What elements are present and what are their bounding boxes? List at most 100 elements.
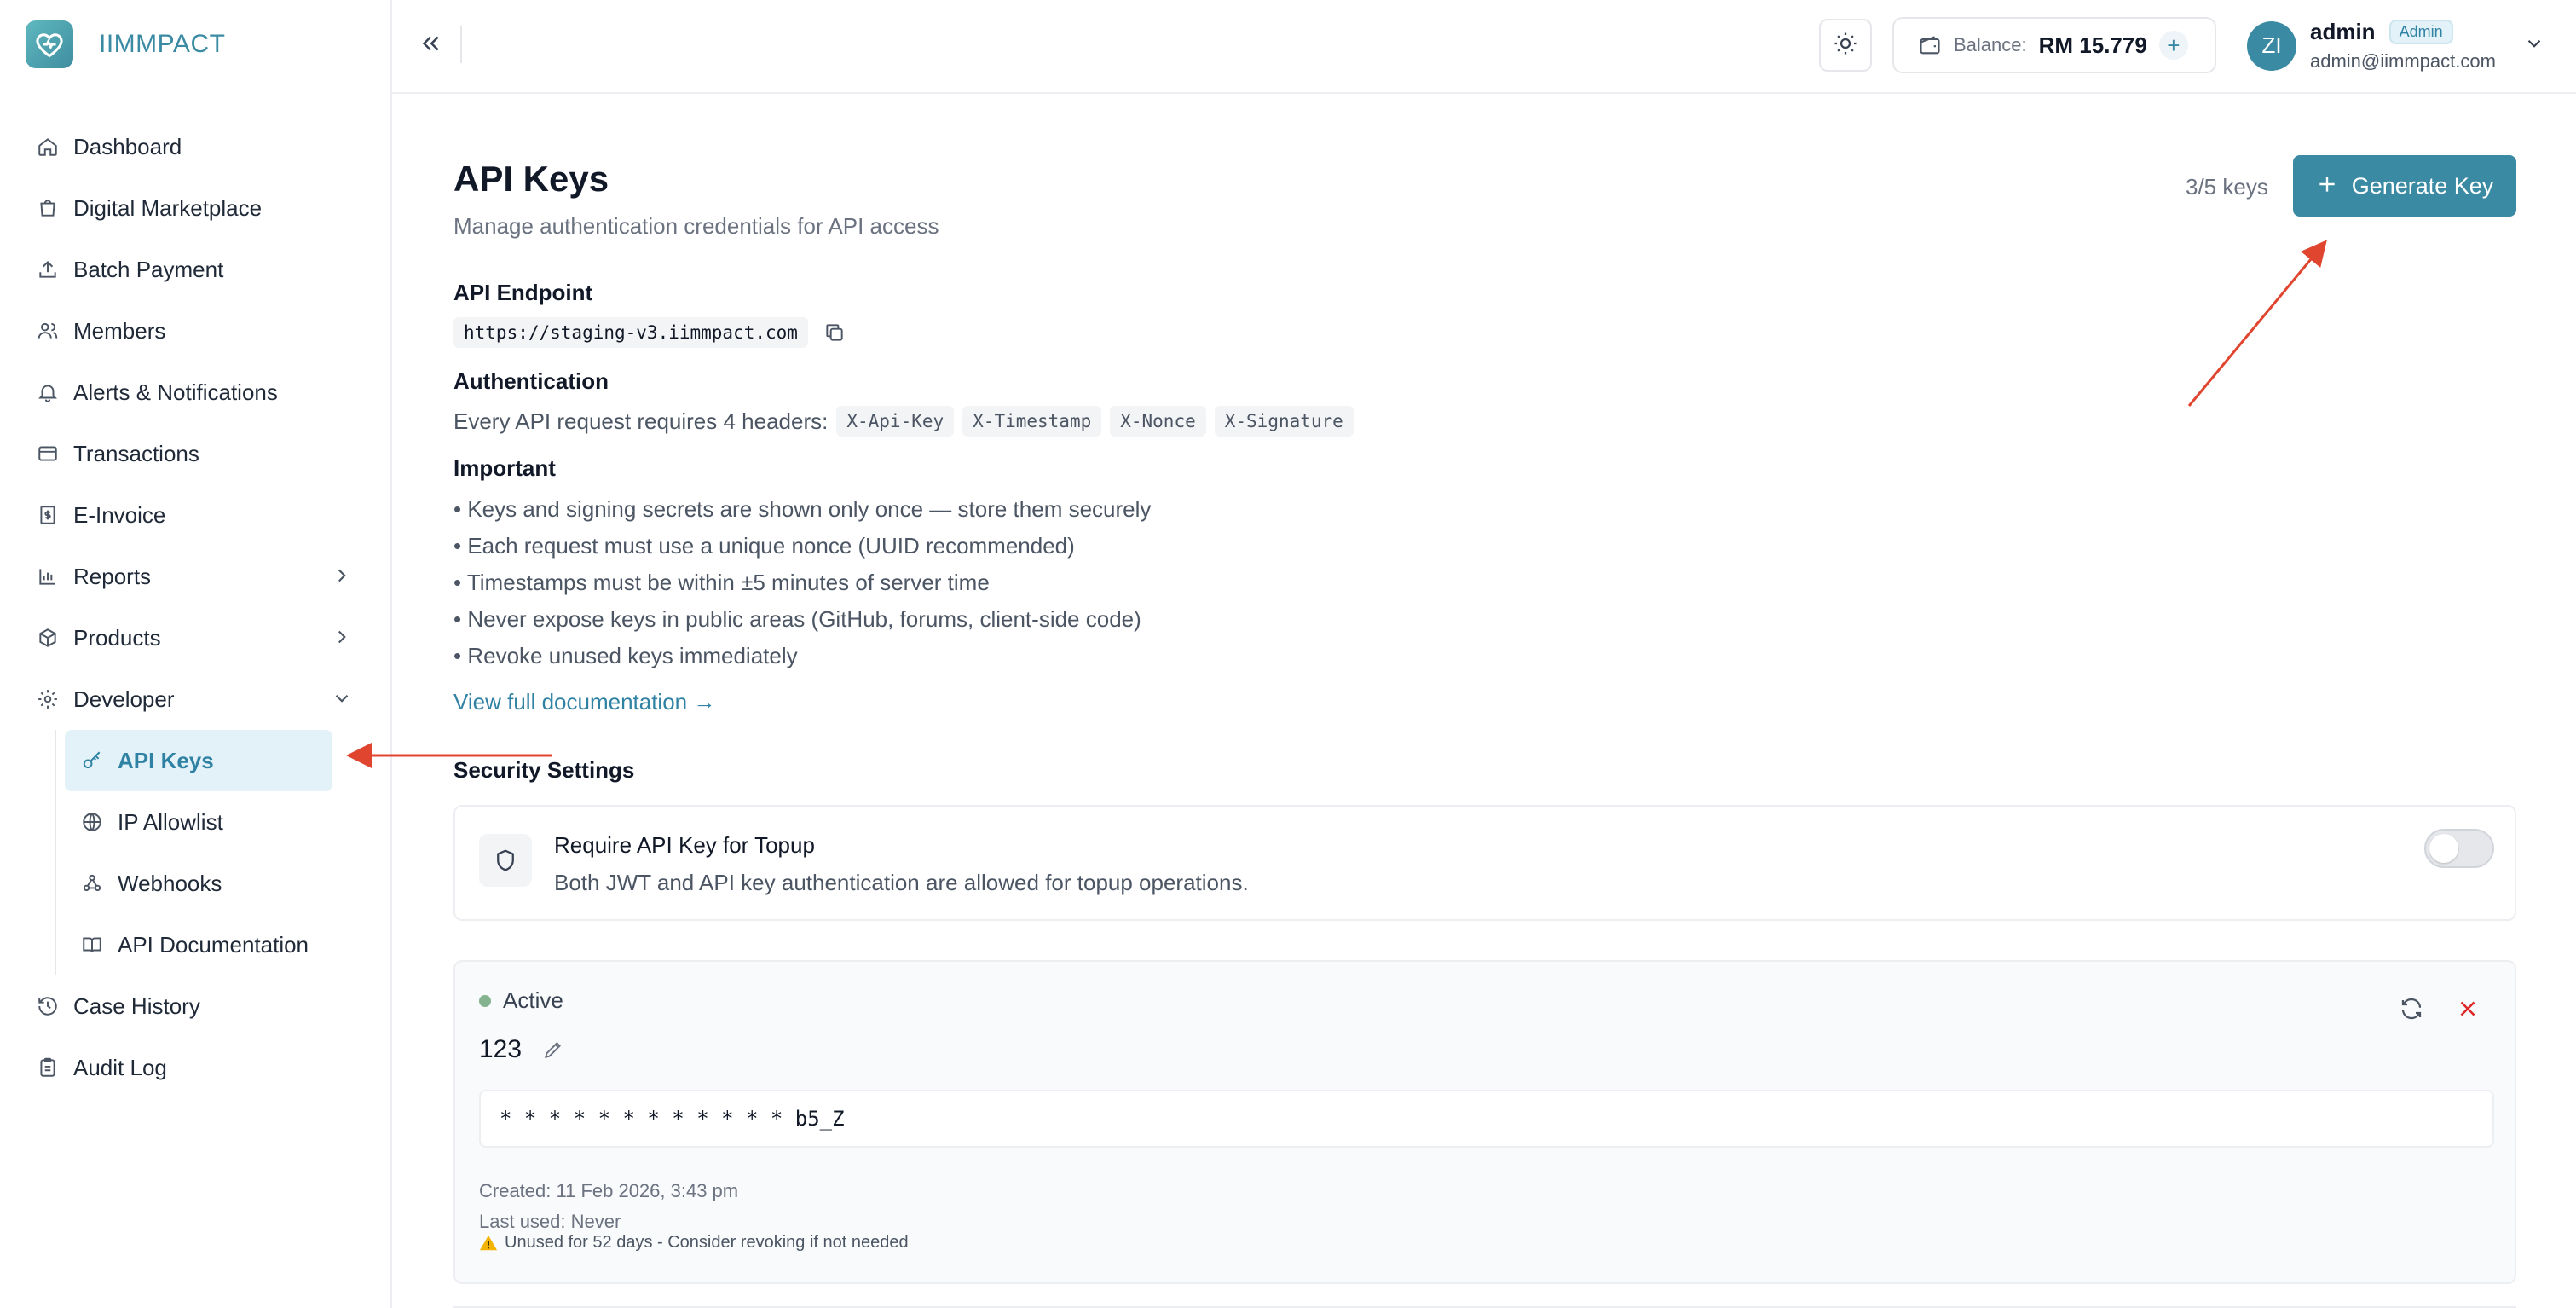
status-text: Active <box>503 987 563 1013</box>
sidebar-item-members[interactable]: Members <box>0 300 392 362</box>
status-badge: Active <box>479 987 563 1014</box>
sidebar-item-products[interactable]: Products <box>0 607 392 668</box>
sidebar-item-label: Audit Log <box>73 1054 167 1080</box>
sidebar-item-label: Webhooks <box>118 870 222 896</box>
endpoint-row: https://staging-v3.iimmpact.com <box>453 317 846 348</box>
list-item: • Never expose keys in public areas (Git… <box>453 606 1141 632</box>
history-icon <box>36 994 60 1018</box>
sidebar-item-ip-allowlist[interactable]: IP Allowlist <box>65 791 392 853</box>
bell-icon <box>36 380 60 404</box>
warning-text: Unused for 52 days - Consider revoking i… <box>505 1233 909 1252</box>
security-setting-card: Require API Key for Topup Both JWT and A… <box>453 805 2516 921</box>
list-item: • Timestamps must be within ±5 minutes o… <box>453 570 990 595</box>
important-list: • Keys and signing secrets are shown onl… <box>453 491 1151 674</box>
require-api-key-toggle[interactable] <box>2424 829 2494 868</box>
sidebar-item-label: Transactions <box>73 440 199 466</box>
sidebar-item-alerts[interactable]: Alerts & Notifications <box>0 362 392 423</box>
balance-label: Balance: <box>1954 34 2027 55</box>
sidebar-item-label: Batch Payment <box>73 256 224 282</box>
sidebar-item-api-documentation[interactable]: API Documentation <box>65 914 392 975</box>
header-divider <box>460 26 462 63</box>
collapse-sidebar-icon[interactable] <box>418 31 452 61</box>
developer-submenu: API Keys IP Allowlist Webhooks API Docum… <box>55 730 392 975</box>
sidebar-item-label: Case History <box>73 993 200 1019</box>
copy-icon[interactable] <box>823 321 846 344</box>
sidebar: IIMMPACT Dashboard Digital Marketplace B… <box>0 0 392 1308</box>
sidebar-item-api-keys[interactable]: API Keys <box>65 730 332 791</box>
chevron-right-icon[interactable] <box>331 564 355 588</box>
package-icon <box>36 626 60 650</box>
key-count: 3/5 keys <box>2186 174 2268 200</box>
topup-button[interactable]: + <box>2158 31 2188 60</box>
main-content: API Keys Manage authentication credentia… <box>453 94 2516 1308</box>
unused-warning: Unused for 52 days - Consider revoking i… <box>479 1233 909 1253</box>
sidebar-nav: Dashboard Digital Marketplace Batch Paym… <box>0 116 392 1098</box>
gear-icon <box>36 687 60 711</box>
brand[interactable]: IIMMPACT <box>26 20 225 68</box>
shopping-bag-icon <box>36 196 60 220</box>
rotate-key-icon[interactable] <box>2399 996 2426 1023</box>
brand-logo-icon <box>26 20 73 68</box>
sidebar-item-label: API Documentation <box>118 931 309 958</box>
sidebar-item-label: E-Invoice <box>73 501 166 528</box>
generate-key-button[interactable]: Generate Key <box>2293 155 2516 217</box>
view-documentation-link[interactable]: View full documentation → <box>453 689 715 715</box>
sidebar-item-e-invoice[interactable]: E-Invoice <box>0 484 392 546</box>
edit-pencil-icon[interactable] <box>542 1039 564 1061</box>
list-item: • Keys and signing secrets are shown onl… <box>453 496 1152 522</box>
sidebar-item-transactions[interactable]: Transactions <box>0 423 392 484</box>
endpoint-heading: API Endpoint <box>453 280 593 305</box>
masked-key-field[interactable]: * * * * * * * * * * * * b5_Z <box>479 1090 2494 1148</box>
sidebar-item-batch-payment[interactable]: Batch Payment <box>0 239 392 300</box>
sidebar-item-digital-marketplace[interactable]: Digital Marketplace <box>0 177 392 239</box>
header-chip: X-Nonce <box>1110 406 1206 437</box>
page-subtitle: Manage authentication credentials for AP… <box>453 213 939 239</box>
shield-icon <box>479 834 532 887</box>
theme-toggle-button[interactable] <box>1819 19 1872 72</box>
toggle-knob <box>2429 834 2458 863</box>
security-heading: Security Settings <box>453 757 635 783</box>
sidebar-item-label: Members <box>73 317 166 344</box>
sun-icon <box>1833 31 1858 61</box>
balance-widget: Balance: RM 15.779 + <box>1892 17 2216 73</box>
sidebar-item-case-history[interactable]: Case History <box>0 975 392 1037</box>
header-chip: X-Signature <box>1214 406 1354 437</box>
revoke-key-icon[interactable] <box>2455 996 2482 1023</box>
user-menu[interactable]: ZI admin Admin admin@iimmpact.com <box>2247 19 2496 72</box>
sidebar-item-dashboard[interactable]: Dashboard <box>0 116 392 177</box>
wallet-icon <box>1918 33 1942 57</box>
webhook-icon <box>80 871 104 895</box>
clipboard-icon <box>36 1056 60 1079</box>
role-badge: Admin <box>2388 20 2453 44</box>
brand-name: IIMMPACT <box>99 30 226 58</box>
chevron-down-icon[interactable] <box>331 687 355 711</box>
chevron-down-icon[interactable] <box>2523 32 2547 56</box>
top-header: Balance: RM 15.779 + ZI admin Admin admi… <box>392 0 2576 94</box>
avatar: ZI <box>2247 20 2296 71</box>
user-email: admin@iimmpact.com <box>2310 50 2496 72</box>
sidebar-item-reports[interactable]: Reports <box>0 546 392 607</box>
header-chip: X-Api-Key <box>836 406 955 437</box>
globe-icon <box>80 810 104 834</box>
bar-chart-icon <box>36 564 60 588</box>
user-name: admin <box>2310 19 2376 44</box>
endpoint-url: https://staging-v3.iimmpact.com <box>453 317 808 348</box>
security-setting-title: Require API Key for Topup <box>554 832 815 858</box>
sidebar-item-label: Digital Marketplace <box>73 194 263 221</box>
key-icon <box>80 749 104 773</box>
key-last-used: Last used: Never <box>479 1211 621 1232</box>
sidebar-item-audit-log[interactable]: Audit Log <box>0 1037 392 1098</box>
sidebar-item-label: Reports <box>73 563 152 589</box>
warning-icon <box>479 1234 498 1253</box>
auth-heading: Authentication <box>453 368 609 394</box>
sidebar-item-developer[interactable]: Developer <box>0 668 392 730</box>
api-key-card: Active 123 * * * * * * * * * * * * b5_Z … <box>453 960 2516 1284</box>
book-icon <box>80 933 104 957</box>
home-icon <box>36 135 60 159</box>
sidebar-item-webhooks[interactable]: Webhooks <box>65 853 392 914</box>
sidebar-item-label: Products <box>73 624 161 651</box>
key-created: Created: 11 Feb 2026, 3:43 pm <box>479 1180 739 1201</box>
key-name-text: 123 <box>479 1035 523 1063</box>
generate-key-label: Generate Key <box>2351 172 2494 199</box>
chevron-right-icon[interactable] <box>331 626 355 650</box>
